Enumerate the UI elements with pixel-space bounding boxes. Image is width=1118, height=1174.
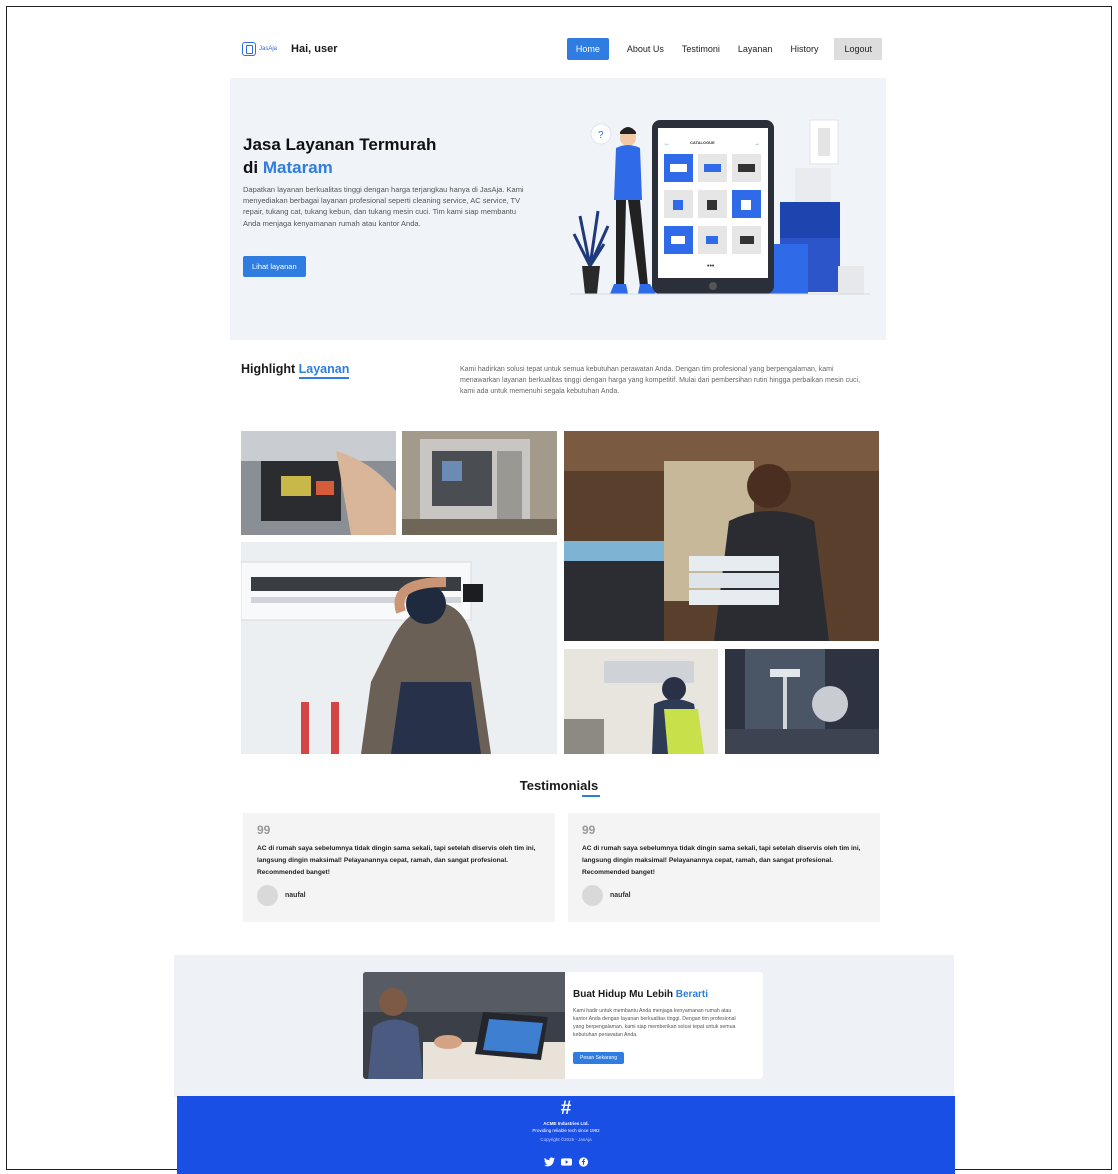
social-links <box>177 1154 955 1167</box>
cta-description: Kami hadir untuk membantu Anda menjaga k… <box>573 1008 736 1038</box>
testimonial-text: AC di rumah saya sebelumnya tidak dingin… <box>257 845 536 876</box>
testimonials-underline <box>582 795 600 797</box>
footer: # ACME Industries Ltd. Providing reliabl… <box>177 1096 955 1174</box>
testimonial-text: AC di rumah saya sebelumnya tidak dingin… <box>582 845 861 876</box>
quote-icon: 99 <box>582 823 596 837</box>
nav-about-us[interactable]: About Us <box>627 44 664 54</box>
catalogue-illustration: CATALOGUE ← → ••• ? <box>570 119 870 295</box>
catalogue-dots: ••• <box>707 263 715 270</box>
testimonial-card: 99 AC di rumah saya sebelumnya tidak din… <box>568 813 880 922</box>
testimonial-card: 99 AC di rumah saya sebelumnya tidak din… <box>243 813 555 922</box>
window-cleaning-photo <box>725 649 879 754</box>
navbar: JasAja Hai, user Home About Us Testimoni… <box>242 36 882 62</box>
ac-technician-photo <box>241 542 557 754</box>
testimonial-author: naufal <box>610 892 631 899</box>
footer-tagline: Providing reliable tech since 1992 <box>532 1128 600 1133</box>
avatar <box>582 885 603 906</box>
highlight-description: Kami hadirkan solusi tepat untuk semua k… <box>460 366 861 395</box>
user-greeting: Hai, user <box>291 43 338 55</box>
footer-copyright: Copyright ©2025 - JasAja <box>540 1137 592 1142</box>
nav-layanan[interactable]: Layanan <box>738 44 773 54</box>
catalogue-label: CATALOGUE <box>690 140 715 145</box>
hero-section: Jasa Layanan Termurah di Mataram Dapatka… <box>230 78 886 340</box>
twitter-icon[interactable] <box>543 1154 555 1167</box>
computer-repair-photo <box>402 431 557 535</box>
hero-title-highlight: Mataram <box>262 158 333 177</box>
car-repair-photo <box>241 431 396 535</box>
quote-icon: 99 <box>257 823 271 837</box>
housekeeper-photo <box>564 431 879 641</box>
logo[interactable]: JasAja <box>242 42 277 56</box>
logout-button[interactable]: Logout <box>834 38 882 60</box>
avatar <box>257 885 278 906</box>
order-now-button[interactable]: Pesan Sekarang <box>573 1052 624 1064</box>
ac-vent-cleaning-photo <box>564 649 718 754</box>
svg-text:→: → <box>754 141 760 147</box>
logo-icon <box>242 42 256 56</box>
footer-logo-icon: # <box>560 1098 572 1119</box>
hero-title: Jasa Layanan Termurah di Mataram <box>243 135 437 177</box>
question-bubble-icon: ? <box>598 130 604 141</box>
nav-menu: Home About Us Testimoni Layanan History … <box>566 38 882 60</box>
highlight-title-accent: Layanan <box>298 362 350 379</box>
cta-card: Buat Hidup Mu Lebih Berarti Kami hadir u… <box>363 972 763 1079</box>
nav-testimoni[interactable]: Testimoni <box>682 44 720 54</box>
cta-section: Buat Hidup Mu Lebih Berarti Kami hadir u… <box>174 955 954 1097</box>
cta-title-accent: Berarti <box>675 989 709 1000</box>
see-services-button[interactable]: Lihat layanan <box>243 256 306 277</box>
logo-text: JasAja <box>259 46 278 52</box>
svg-text:←: ← <box>664 141 670 147</box>
meeting-photo <box>363 972 565 1079</box>
facebook-icon[interactable] <box>578 1154 589 1167</box>
testimonials-title: Testimonials <box>519 778 599 793</box>
highlight-title: Highlight Layanan <box>241 362 350 379</box>
nav-home[interactable]: Home <box>566 38 609 60</box>
testimonial-author: naufal <box>285 892 306 899</box>
footer-company: ACME Industries Ltd. <box>543 1121 589 1126</box>
hero-description: Dapatkan layanan berkualitas tinggi deng… <box>243 185 524 228</box>
cta-title: Buat Hidup Mu Lebih Berarti <box>573 989 709 1000</box>
nav-history[interactable]: History <box>790 44 818 54</box>
youtube-icon[interactable] <box>560 1154 572 1166</box>
